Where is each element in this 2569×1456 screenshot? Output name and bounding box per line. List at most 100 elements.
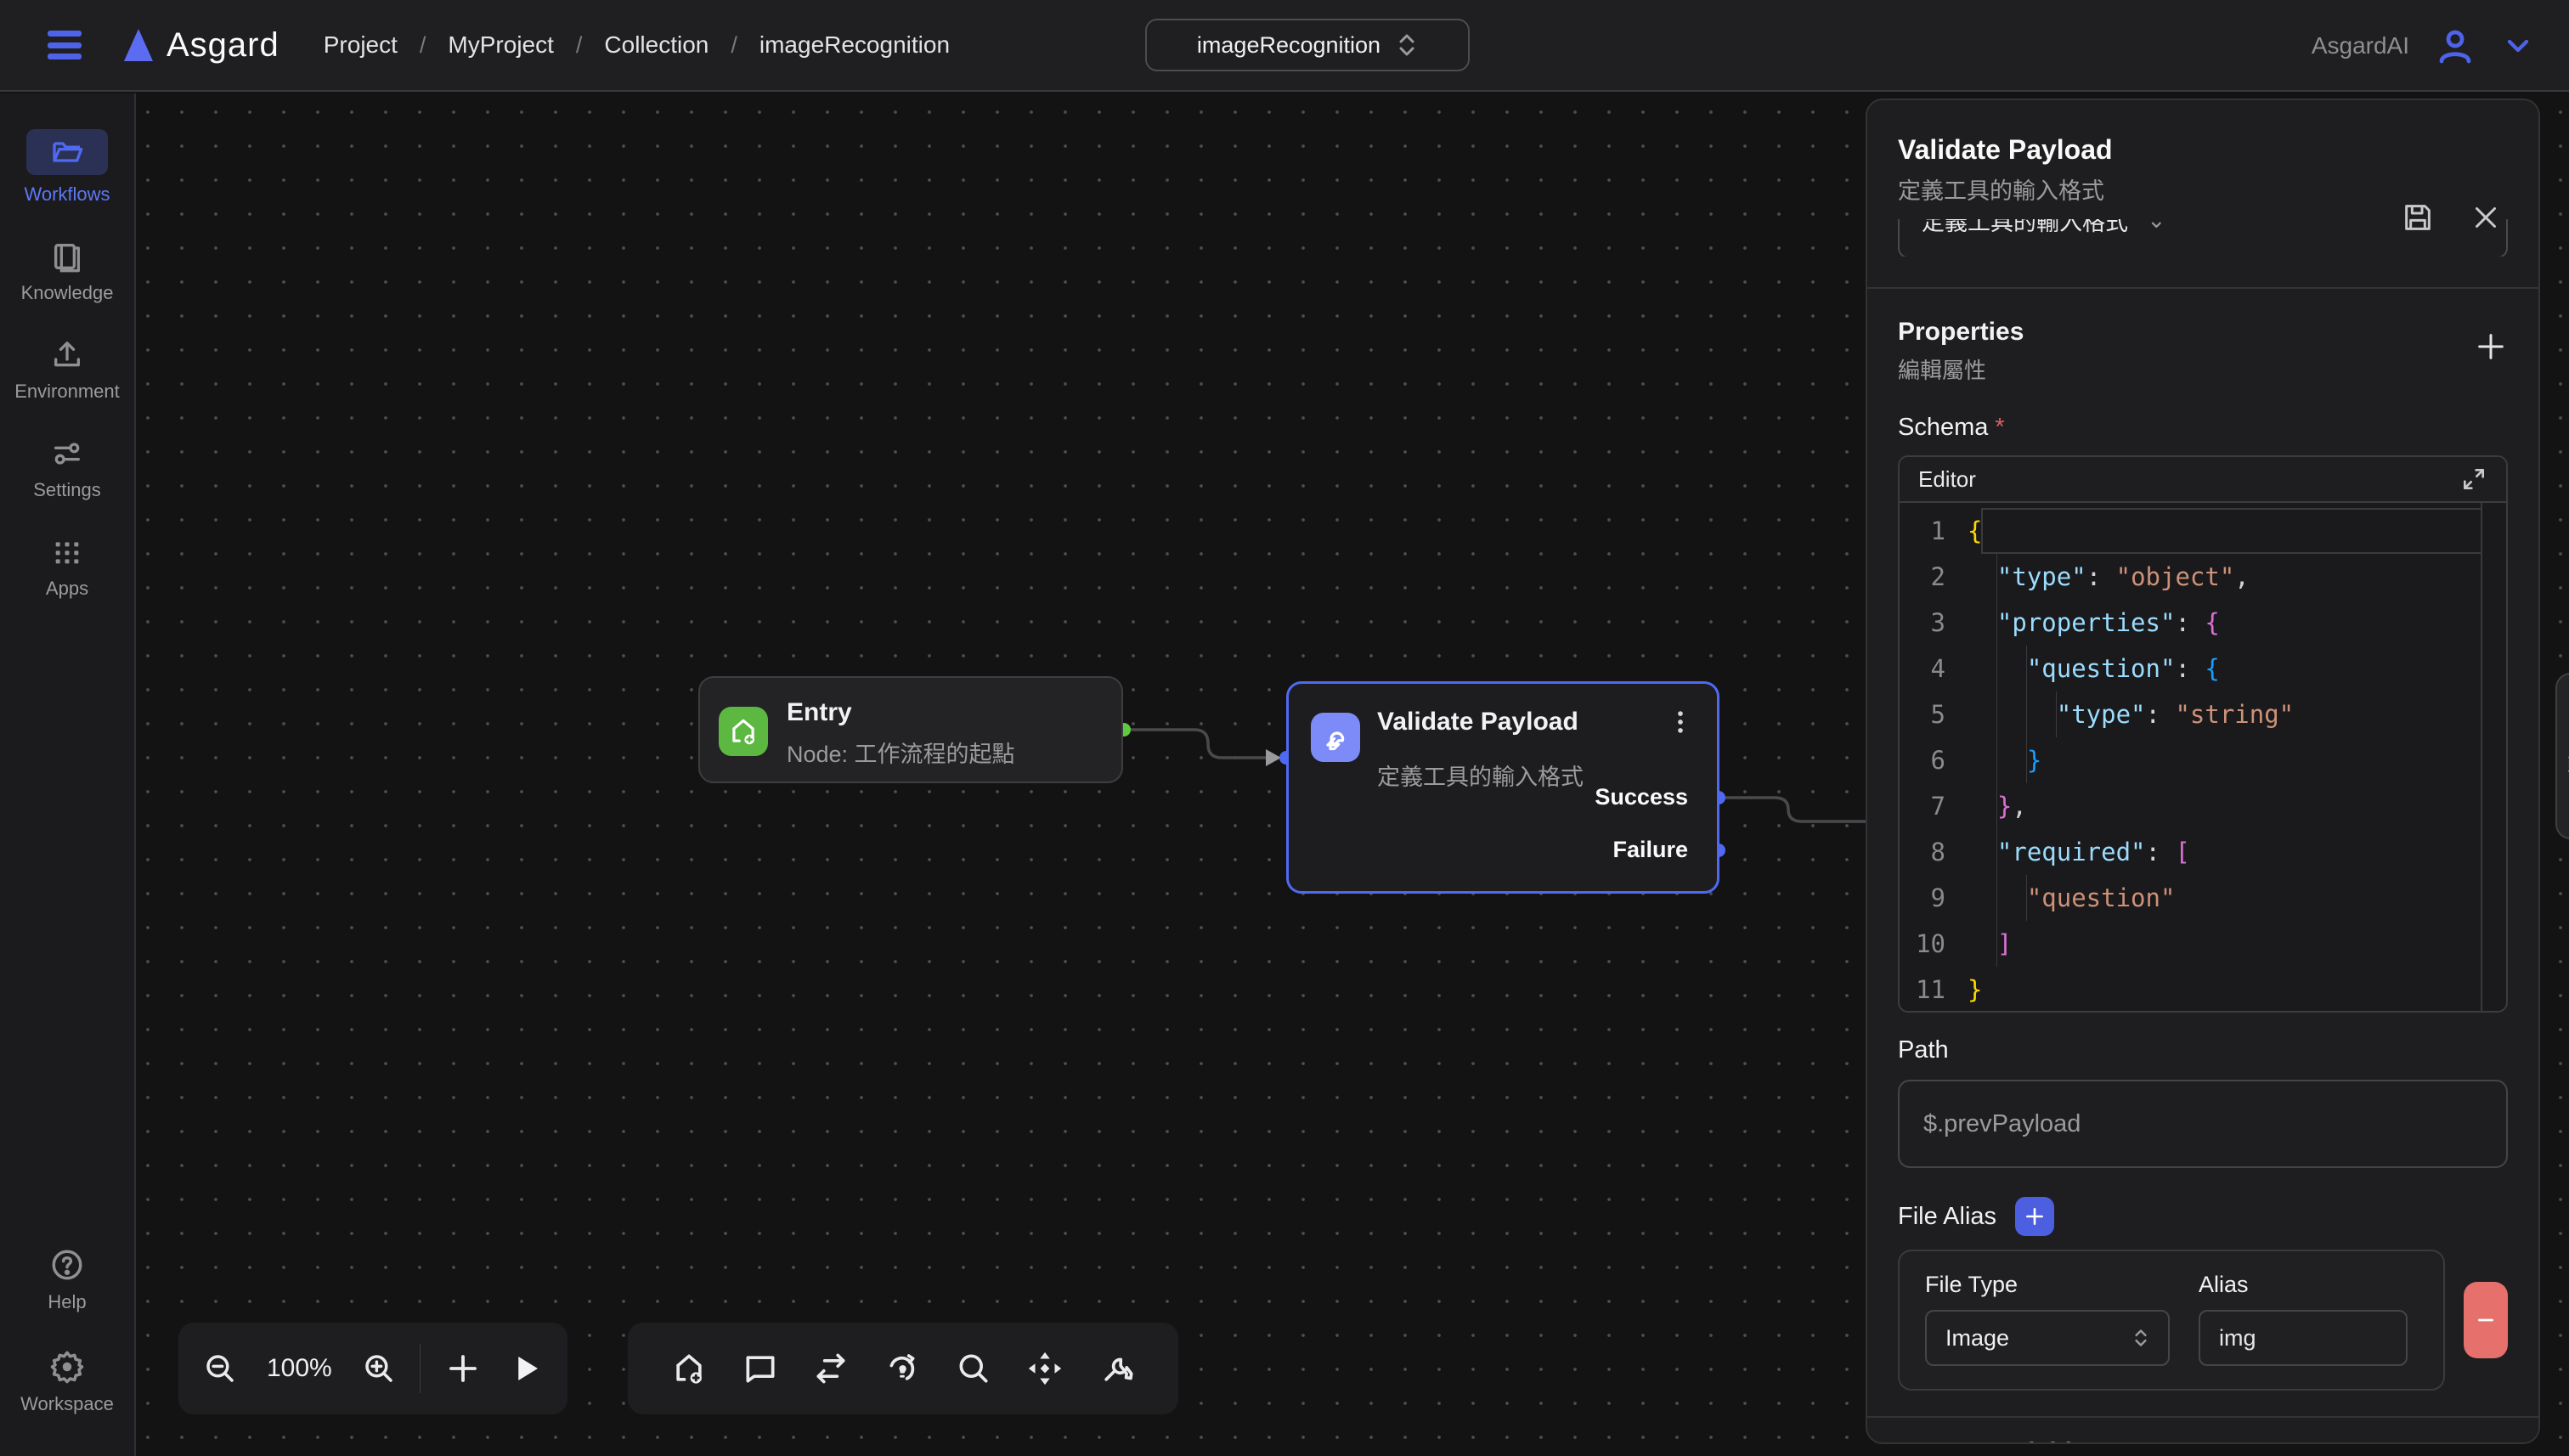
alias-input[interactable] — [2199, 1310, 2408, 1366]
file-type-select[interactable]: Image — [1925, 1310, 2170, 1366]
failure-port-label: Failure — [1612, 837, 1688, 863]
partial-node-right[interactable]: R 輸 — [2555, 673, 2569, 839]
sidebar-item-help[interactable]: Help — [3, 1247, 131, 1313]
expand-icon[interactable] — [2460, 466, 2487, 493]
file-type-label: File Type — [1925, 1272, 2170, 1298]
breadcrumb-collection[interactable]: Collection — [604, 31, 709, 59]
wrench-icon — [1311, 713, 1360, 762]
breadcrumb-separator: / — [576, 32, 583, 59]
schema-label-row: Schema * — [1898, 414, 2508, 442]
success-port-label: Success — [1595, 784, 1688, 810]
schema-label: Schema — [1898, 414, 1988, 441]
code-line: 8 "required": [ — [1900, 829, 2506, 875]
user-avatar-icon[interactable] — [2435, 25, 2476, 66]
apps-grid-icon — [50, 535, 84, 569]
add-property-icon[interactable] — [2474, 330, 2508, 364]
panel-divider — [1867, 1416, 2538, 1418]
code-line: 3 "properties": { — [1900, 600, 2506, 646]
save-icon[interactable] — [2401, 200, 2435, 234]
code-line: 6 } — [1900, 737, 2506, 783]
workflow-select-value: imageRecognition — [1197, 32, 1380, 59]
sliders-icon — [50, 437, 84, 471]
search-icon[interactable] — [955, 1350, 992, 1387]
properties-subtitle: 編輯屬性 — [1898, 353, 2024, 385]
close-icon[interactable] — [2470, 200, 2501, 234]
sidebar: Workflows Knowledge Environment Settings — [0, 93, 136, 1456]
add-file-alias-button[interactable] — [2015, 1197, 2054, 1236]
current-line-highlight — [1981, 508, 2482, 554]
properties-title: Properties — [1898, 318, 2024, 347]
breadcrumb-myproject[interactable]: MyProject — [448, 31, 553, 59]
panel-title: Validate Payload — [1898, 134, 2508, 166]
entry-node[interactable]: Entry Node: 工作流程的起點 — [698, 676, 1123, 783]
editor-title: Editor — [1918, 466, 1976, 493]
canvas-tools-toolbar — [628, 1323, 1178, 1414]
auto-layout-icon[interactable] — [884, 1350, 921, 1387]
sidebar-item-apps[interactable]: Apps — [3, 535, 131, 600]
add-icon[interactable] — [445, 1351, 481, 1386]
zoom-level: 100% — [245, 1354, 354, 1383]
validate-node-title: Validate Payload — [1377, 708, 1578, 736]
code-line: 4 "question": { — [1900, 646, 2506, 691]
add-entry-node-icon[interactable] — [670, 1350, 708, 1387]
select-updown-icon — [1396, 32, 1418, 58]
swap-arrows-icon[interactable] — [812, 1350, 850, 1387]
breadcrumb-project[interactable]: Project — [324, 31, 398, 59]
menu-icon[interactable] — [48, 31, 82, 59]
move-icon[interactable] — [1025, 1349, 1064, 1388]
entry-node-subtitle: Node: 工作流程的起點 — [787, 736, 1015, 769]
remove-file-alias-button[interactable] — [2464, 1282, 2508, 1358]
breadcrumb-separator: / — [420, 32, 426, 59]
sidebar-item-workspace[interactable]: Workspace — [3, 1349, 131, 1415]
validate-node-subtitle: 定義工具的輸入格式 — [1377, 759, 1584, 792]
sidebar-item-settings[interactable]: Settings — [3, 437, 131, 501]
kebab-menu-icon[interactable] — [1666, 708, 1695, 736]
path-label: Path — [1898, 1036, 2508, 1064]
code-line: 10 ] — [1900, 921, 2506, 967]
chevron-down-icon[interactable] — [2501, 29, 2535, 63]
breadcrumb-separator: / — [731, 32, 737, 59]
user-name: AsgardAI — [2312, 32, 2409, 59]
help-icon — [49, 1247, 85, 1283]
sidebar-item-environment[interactable]: Environment — [3, 338, 131, 403]
path-input[interactable] — [1898, 1080, 2508, 1168]
code-area[interactable]: 1{2 "type": "object",3 "properties": {4 … — [1900, 503, 2506, 1013]
sidebar-item-knowledge[interactable]: Knowledge — [3, 240, 131, 304]
code-line: 2 "type": "object", — [1900, 554, 2506, 600]
output-variables-label: Output Variables — [1898, 1438, 2508, 1444]
folder-icon — [50, 135, 84, 169]
code-line: 5 "type": "string" — [1900, 691, 2506, 737]
zoom-in-icon[interactable] — [361, 1351, 397, 1386]
alias-label: Alias — [2199, 1272, 2408, 1298]
entry-house-icon — [719, 707, 768, 756]
schema-editor[interactable]: Editor 1{2 "type": "object",3 "propertie… — [1898, 455, 2508, 1013]
select-updown-icon — [2132, 1327, 2149, 1349]
entry-node-title: Entry — [787, 698, 852, 727]
validate-payload-node[interactable]: Validate Payload 定義工具的輸入格式 Success Failu… — [1286, 681, 1719, 894]
workflow-select[interactable]: imageRecognition — [1145, 19, 1470, 71]
code-line: 7 }, — [1900, 783, 2506, 829]
app-root: Asgard Project / MyProject / Collection … — [0, 0, 2569, 1456]
upload-icon — [50, 338, 84, 372]
zoom-toolbar: 100% — [178, 1323, 567, 1414]
sidebar-item-workflows[interactable]: Workflows — [3, 129, 131, 206]
breadcrumb-imagerecognition[interactable]: imageRecognition — [759, 31, 950, 59]
book-icon — [50, 240, 84, 274]
run-play-icon[interactable] — [508, 1351, 544, 1386]
file-alias-label: File Alias — [1898, 1203, 1996, 1231]
brand-title: Asgard — [167, 26, 279, 65]
gear-icon — [49, 1349, 85, 1385]
file-alias-card: File Type Image Alias — [1898, 1250, 2445, 1391]
header-right-group: AsgardAI — [2312, 0, 2535, 92]
top-bar: Asgard Project / MyProject / Collection … — [0, 0, 2569, 92]
asgard-logo-icon — [124, 29, 153, 61]
code-line: 9 "question" — [1900, 875, 2506, 921]
breadcrumb: Project / MyProject / Collection / image… — [324, 31, 950, 59]
zoom-out-icon[interactable] — [202, 1351, 238, 1386]
tools-wrench-icon[interactable] — [1098, 1350, 1136, 1387]
node-config-panel: Validate Payload 定義工具的輸入格式 定義工具的輸入格式⌄ Pr… — [1866, 99, 2540, 1444]
code-line: 11} — [1900, 967, 2506, 1013]
required-asterisk: * — [1995, 414, 2004, 441]
panel-divider — [1867, 287, 2538, 289]
comment-icon[interactable] — [742, 1350, 779, 1387]
